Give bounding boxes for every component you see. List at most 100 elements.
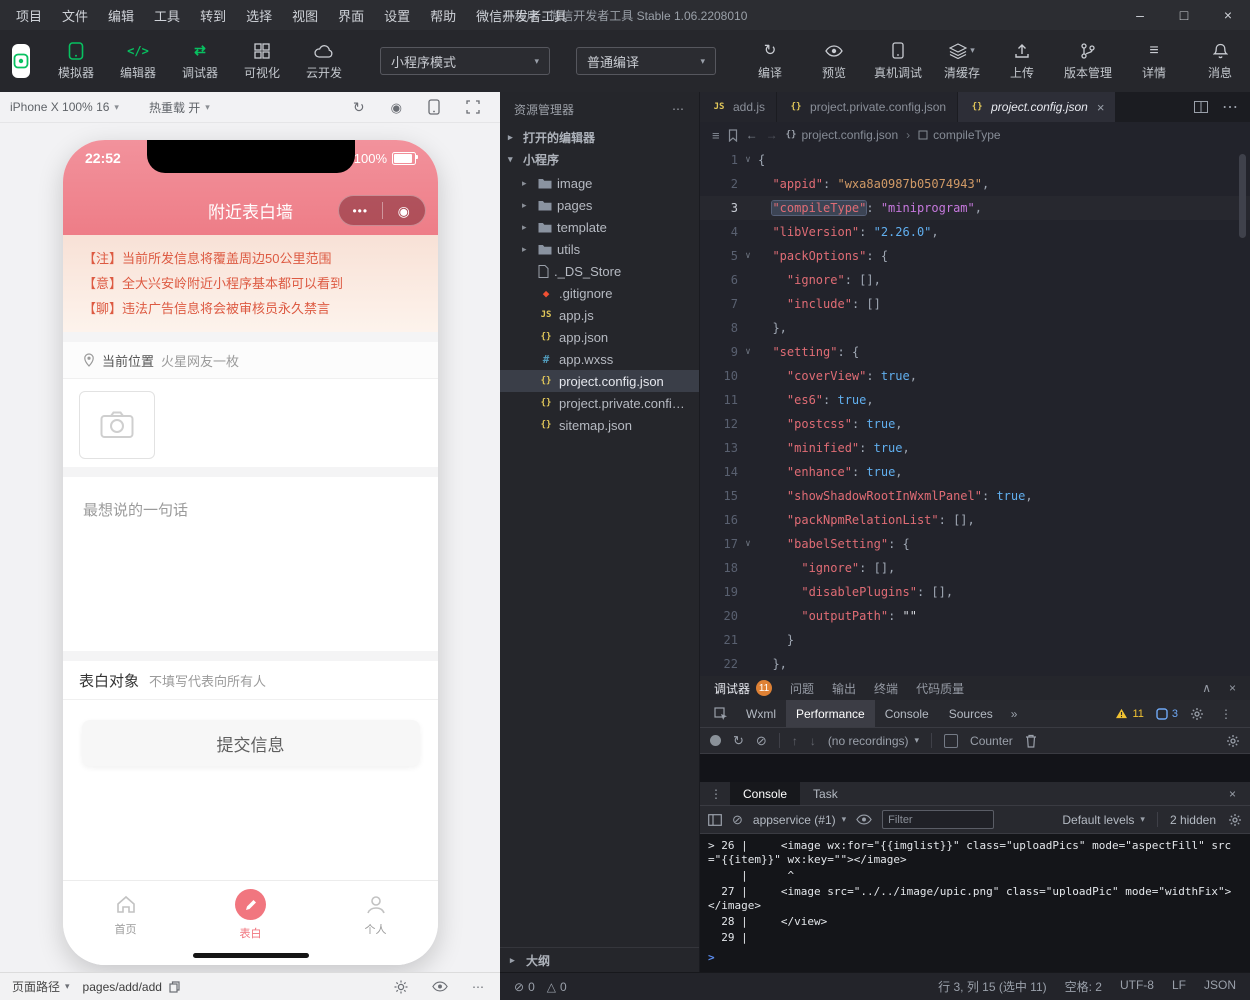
toolbar-upload-button[interactable]: 上传	[992, 42, 1052, 81]
miniapp-tab-profile[interactable]: 个人	[313, 881, 438, 965]
code-line[interactable]: 7 "include": []	[700, 292, 1250, 316]
devtools-tab[interactable]: Performance	[786, 700, 875, 727]
menu-item[interactable]: 选择	[236, 6, 282, 25]
editor-tab[interactable]: {}project.config.json×	[958, 92, 1116, 122]
code-line[interactable]: 2 "appid": "wxa8a0987b05074943",	[700, 172, 1250, 196]
code-line[interactable]: 13 "minified": true,	[700, 436, 1250, 460]
cursor-position[interactable]: 行 3, 列 15 (选中 11)	[938, 978, 1046, 995]
split-editor-icon[interactable]	[1194, 101, 1208, 113]
target-row[interactable]: 表白对象 不填写代表向所有人	[63, 661, 438, 700]
theme-icon[interactable]	[394, 980, 408, 994]
code-line[interactable]: 22 },	[700, 652, 1250, 676]
menu-item[interactable]: 视图	[282, 6, 328, 25]
tree-item[interactable]: {}project.private.config.js…	[500, 392, 699, 414]
tree-item[interactable]: ◆.gitignore	[500, 282, 699, 304]
code-area[interactable]: 1∨{2 "appid": "wxa8a0987b05074943",3 "co…	[700, 148, 1250, 676]
miniapp-tab-home[interactable]: 首页	[63, 881, 188, 965]
more-icon[interactable]: ⋯	[1222, 97, 1238, 117]
toolbar-compile-button[interactable]: ↻编译	[740, 42, 800, 81]
recordings-dropdown[interactable]: (no recordings) ▾	[828, 734, 919, 748]
code-line[interactable]: 1∨{	[700, 148, 1250, 172]
device-selector[interactable]: iPhone X 100% 16▾	[10, 100, 119, 114]
debug-tab[interactable]: 输出	[832, 680, 856, 697]
more-icon[interactable]: ⋯	[472, 980, 484, 994]
code-line[interactable]: 14 "enhance": true,	[700, 460, 1250, 484]
mode-dropdown[interactable]: 小程序模式 ▾	[380, 47, 550, 75]
console-output[interactable]: > 26 | <image wx:for="{{imglist}}" class…	[700, 834, 1250, 972]
editor-tab[interactable]: JSadd.js	[700, 92, 777, 122]
location-row[interactable]: 当前位置 火星网友一枚	[63, 342, 438, 379]
editor-tab[interactable]: {}project.private.config.json	[777, 92, 958, 122]
project-avatar[interactable]	[12, 44, 30, 78]
context-dropdown[interactable]: appservice (#1) ▾	[753, 813, 846, 827]
minimize-icon[interactable]: –	[1118, 7, 1162, 23]
issue-count[interactable]: 3	[1156, 708, 1178, 720]
refresh-icon[interactable]: ↻	[353, 100, 365, 114]
trash-icon[interactable]	[1025, 734, 1037, 748]
debug-tab[interactable]: 调试器11	[714, 680, 772, 697]
code-line[interactable]: 4 "libVersion": "2.26.0",	[700, 220, 1250, 244]
menu-item[interactable]: 转到	[190, 6, 236, 25]
code-line[interactable]: 10 "coverView": true,	[700, 364, 1250, 388]
bookmark-icon[interactable]	[728, 129, 738, 142]
copy-path-icon[interactable]	[169, 981, 180, 993]
clear-icon[interactable]: ⊘	[756, 734, 767, 747]
close-icon[interactable]: ×	[1206, 7, 1250, 23]
collapse-panel-icon[interactable]: ∧	[1202, 681, 1211, 695]
tree-item[interactable]: #app.wxss	[500, 348, 699, 370]
project-root-section[interactable]: ▾ 小程序	[500, 148, 699, 170]
menu-item[interactable]: 帮助	[420, 6, 466, 25]
record-button[interactable]	[710, 735, 721, 746]
toolbar-messages-button[interactable]: 消息	[1190, 42, 1250, 81]
menu-item[interactable]: 界面	[328, 6, 374, 25]
maximize-icon[interactable]: □	[1162, 7, 1206, 23]
record-icon[interactable]: ◉	[391, 101, 402, 114]
compile-dropdown[interactable]: 普通编译 ▾	[576, 47, 716, 75]
debug-tab[interactable]: 代码质量	[916, 680, 964, 697]
tree-item[interactable]: ▸template	[500, 216, 699, 238]
tree-item[interactable]: ▸utils	[500, 238, 699, 260]
code-line[interactable]: 18 "ignore": [],	[700, 556, 1250, 580]
toolbar-visualizer-button[interactable]: 可视化	[232, 42, 292, 81]
screenshot-icon[interactable]	[466, 100, 480, 114]
drawer-tab[interactable]: Task	[800, 782, 851, 805]
inspect-element-icon[interactable]	[706, 707, 736, 721]
menu-item[interactable]: 工具	[144, 6, 190, 25]
code-line[interactable]: 3 "compileType": "miniprogram",	[700, 196, 1250, 220]
console-settings-gear-icon[interactable]	[1228, 813, 1242, 827]
warning-count[interactable]: 11	[1115, 708, 1143, 720]
load-profile-icon[interactable]: ↑	[792, 734, 798, 748]
open-editors-section[interactable]: ▸ 打开的编辑器	[500, 126, 699, 148]
console-sidebar-icon[interactable]	[708, 814, 722, 826]
device-frame-icon[interactable]	[428, 99, 440, 115]
toolbar-debugger-button[interactable]: ⇄调试器	[170, 42, 230, 81]
tree-item[interactable]: {}sitemap.json	[500, 414, 699, 436]
code-line[interactable]: 8 },	[700, 316, 1250, 340]
code-line[interactable]: 6 "ignore": [],	[700, 268, 1250, 292]
drawer-tab[interactable]: Console	[730, 782, 800, 805]
forward-icon[interactable]: →	[766, 128, 778, 142]
eol-setting[interactable]: LF	[1172, 978, 1186, 995]
close-tab-icon[interactable]: ×	[1097, 100, 1105, 115]
indentation-setting[interactable]: 空格: 2	[1065, 978, 1102, 995]
more-icon[interactable]: ⋯	[672, 102, 685, 116]
menu-item[interactable]: 设置	[374, 6, 420, 25]
counter-checkbox[interactable]	[944, 734, 958, 748]
code-line[interactable]: 16 "packNpmRelationList": [],	[700, 508, 1250, 532]
menu-item[interactable]: 编辑	[98, 6, 144, 25]
clear-console-icon[interactable]: ⊘	[732, 813, 743, 826]
toolbar-clear-cache-button[interactable]: ▾清缓存	[932, 42, 992, 81]
toolbar-preview-button[interactable]: 预览	[804, 42, 864, 81]
code-line[interactable]: 11 "es6": true,	[700, 388, 1250, 412]
toolbar-simulator-button[interactable]: 模拟器	[46, 42, 106, 81]
settings-gear-icon[interactable]	[1190, 707, 1204, 721]
code-line[interactable]: 17∨ "babelSetting": {	[700, 532, 1250, 556]
menu-item[interactable]: 微信开发者工具	[466, 6, 577, 25]
eye-icon[interactable]	[856, 814, 872, 825]
devtools-tab[interactable]: Console	[875, 700, 939, 727]
devtools-tab[interactable]: Wxml	[736, 700, 786, 727]
tree-item[interactable]: ._DS_Store	[500, 260, 699, 282]
code-line[interactable]: 19 "disablePlugins": [],	[700, 580, 1250, 604]
toolbar-details-button[interactable]: ≡详情	[1124, 42, 1184, 81]
perf-settings-gear-icon[interactable]	[1226, 734, 1240, 748]
